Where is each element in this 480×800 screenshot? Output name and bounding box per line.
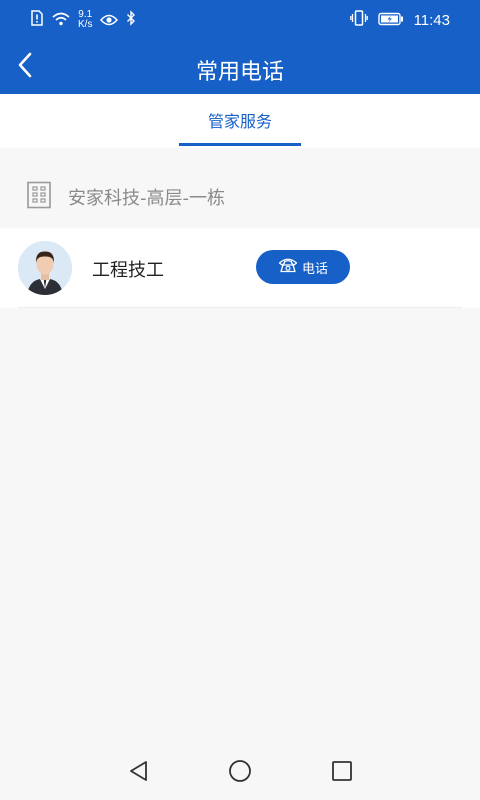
- call-button-label: 电话: [301, 261, 328, 277]
- page-title: 常用电话: [195, 60, 284, 85]
- phone-icon: [278, 257, 298, 277]
- row-divider: [18, 307, 462, 308]
- building-icon: [26, 181, 52, 213]
- wifi-icon: [52, 11, 70, 30]
- tab-label: 管家服务: [207, 112, 272, 131]
- battery-icon: [377, 11, 404, 30]
- network-speed-unit: K/s: [78, 19, 93, 30]
- nav-recents-button[interactable]: [327, 758, 357, 788]
- back-triangle-icon: [128, 760, 150, 786]
- tab-active-indicator: [179, 143, 301, 146]
- section-header: 安家科技-高层-一栋: [0, 168, 480, 224]
- bluetooth-icon: [126, 10, 136, 30]
- home-circle-icon: [228, 759, 252, 787]
- sim-alert-icon: [30, 10, 44, 30]
- status-bar: 9.1 K/s 11:43: [0, 0, 480, 40]
- clock: 11:43: [413, 11, 450, 29]
- eye-icon: [100, 11, 119, 30]
- network-speed: 9.1 K/s: [78, 10, 92, 30]
- recents-square-icon: [331, 760, 353, 786]
- tab-bar: 管家服务: [0, 94, 480, 148]
- system-nav-bar: [0, 746, 480, 800]
- avatar-icon: [18, 241, 72, 295]
- list-item: 工程技工 电话: [0, 228, 480, 308]
- nav-back-button[interactable]: [124, 758, 154, 788]
- contact-name: 工程技工: [92, 260, 164, 281]
- status-right-icons: 11:43: [349, 8, 450, 32]
- tab-butler-service[interactable]: 管家服务: [179, 94, 301, 148]
- status-left-icons: 9.1 K/s: [30, 8, 136, 32]
- call-button[interactable]: 电话: [256, 250, 350, 284]
- nav-home-button[interactable]: [225, 758, 255, 788]
- app-bar: 常用电话: [0, 40, 480, 94]
- avatar: [18, 241, 72, 295]
- section-title: 安家科技-高层-一栋: [68, 188, 225, 209]
- vibrate-icon: [349, 10, 368, 30]
